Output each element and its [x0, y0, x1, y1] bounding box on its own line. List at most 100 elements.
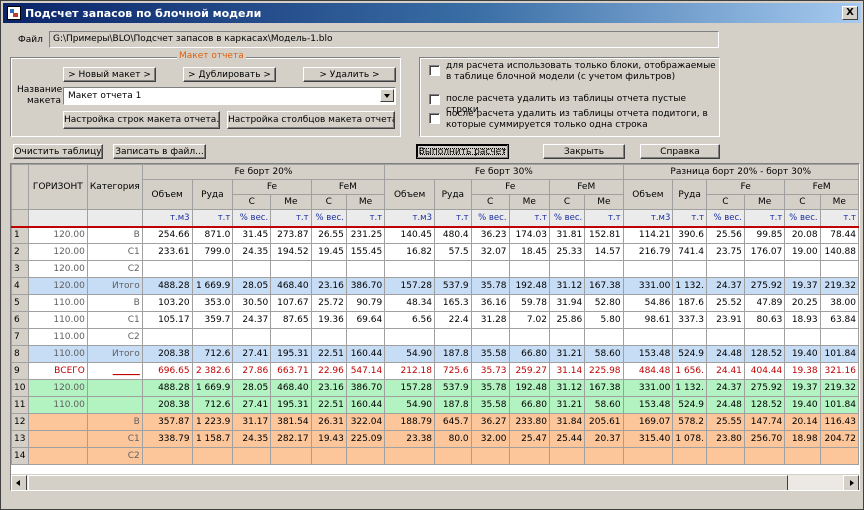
category-cell[interactable]: С1 — [86, 243, 143, 261]
value-cell[interactable] — [345, 260, 386, 278]
value-cell[interactable]: 337.3 — [672, 311, 707, 329]
value-cell[interactable]: 19.45 — [310, 243, 347, 261]
column-header-fem[interactable]: FeM — [548, 179, 624, 195]
value-cell[interactable]: 871.0 — [191, 226, 234, 244]
value-cell[interactable]: 35.78 — [470, 379, 510, 397]
value-cell[interactable] — [672, 260, 707, 278]
column-header-category[interactable]: Категория — [86, 164, 143, 210]
delete-layout-button[interactable]: > Удалить > — [303, 67, 396, 82]
value-cell[interactable]: 22.96 — [310, 362, 347, 380]
value-cell[interactable]: 404.44 — [743, 362, 786, 380]
value-cell[interactable]: 80.0 — [434, 430, 472, 448]
units-cell[interactable]: % вес. — [232, 209, 272, 228]
column-header-volume[interactable]: Объем — [622, 179, 674, 210]
value-cell[interactable]: 187.6 — [672, 294, 707, 312]
value-cell[interactable] — [470, 447, 510, 465]
value-cell[interactable]: 31.14 — [548, 362, 586, 380]
value-cell[interactable]: 322.04 — [345, 413, 386, 431]
category-cell[interactable]: В — [86, 226, 143, 244]
table-row[interactable]: 10 120.00 488.28 1 669.9 28.05 468.40 23.16 386… — [11, 379, 859, 397]
value-cell[interactable] — [743, 260, 786, 278]
value-cell[interactable] — [706, 447, 745, 465]
value-cell[interactable]: 80.63 — [743, 311, 786, 329]
value-cell[interactable]: 187.8 — [434, 396, 472, 414]
value-cell[interactable]: 225.98 — [584, 362, 624, 380]
value-cell[interactable]: 488.28 — [141, 277, 193, 295]
category-cell[interactable]: С2 — [86, 447, 143, 465]
delete-single-subtotals-checkbox[interactable] — [429, 113, 440, 124]
value-cell[interactable] — [470, 260, 510, 278]
value-cell[interactable]: 54.90 — [384, 396, 436, 414]
value-cell[interactable]: 1 078. — [672, 430, 707, 448]
value-cell[interactable] — [672, 328, 707, 346]
column-header-fe[interactable]: Fe — [470, 179, 550, 195]
value-cell[interactable]: 58.60 — [584, 396, 624, 414]
value-cell[interactable]: 256.70 — [743, 430, 786, 448]
value-cell[interactable]: 167.38 — [584, 277, 624, 295]
value-cell[interactable]: 225.09 — [345, 430, 386, 448]
value-cell[interactable]: 331.00 — [622, 379, 674, 397]
help-button[interactable]: Справка — [640, 144, 720, 159]
value-cell[interactable]: 799.0 — [191, 243, 234, 261]
value-cell[interactable]: 19.36 — [310, 311, 347, 329]
value-cell[interactable]: 192.48 — [508, 277, 550, 295]
table-row[interactable]: 6 110.00 С1 105.17 359.7 24.37 87.65 19.36 69.64… — [11, 311, 859, 329]
value-cell[interactable]: 26.31 — [310, 413, 347, 431]
value-cell[interactable] — [434, 328, 472, 346]
value-cell[interactable]: 2 382.6 — [191, 362, 234, 380]
value-cell[interactable]: 87.65 — [270, 311, 312, 329]
value-cell[interactable] — [819, 328, 859, 346]
row-number-cell[interactable] — [11, 209, 29, 228]
value-cell[interactable] — [384, 447, 436, 465]
value-cell[interactable]: 23.91 — [706, 311, 745, 329]
value-cell[interactable] — [470, 328, 510, 346]
value-cell[interactable]: 27.41 — [232, 396, 272, 414]
clear-table-button[interactable]: Очистить таблицу — [13, 144, 103, 159]
value-cell[interactable]: 254.66 — [141, 226, 193, 244]
value-cell[interactable]: 19.40 — [784, 345, 821, 363]
horizon-cell[interactable]: 120.00 — [27, 243, 88, 261]
value-cell[interactable] — [232, 447, 272, 465]
units-cell[interactable]: т.т — [191, 209, 234, 228]
duplicate-layout-button[interactable]: > Дублировать > — [183, 67, 276, 82]
value-cell[interactable]: 66.80 — [508, 345, 550, 363]
value-cell[interactable]: 712.6 — [191, 396, 234, 414]
value-cell[interactable] — [622, 447, 674, 465]
horizon-cell[interactable]: 110.00 — [27, 294, 88, 312]
value-cell[interactable]: 18.98 — [784, 430, 821, 448]
value-cell[interactable]: 147.74 — [743, 413, 786, 431]
value-cell[interactable]: 338.79 — [141, 430, 193, 448]
value-cell[interactable]: 390.6 — [672, 226, 707, 244]
value-cell[interactable]: 27.41 — [232, 345, 272, 363]
value-cell[interactable]: 712.6 — [191, 345, 234, 363]
value-cell[interactable]: 114.21 — [622, 226, 674, 244]
value-cell[interactable] — [434, 447, 472, 465]
horizon-cell[interactable]: 120.00 — [27, 226, 88, 244]
value-cell[interactable]: 331.00 — [622, 277, 674, 295]
row-number-cell[interactable]: 6 — [11, 311, 29, 329]
units-cell[interactable]: т.м3 — [622, 209, 674, 228]
horizon-cell[interactable]: 120.00 — [27, 260, 88, 278]
value-cell[interactable]: 20.37 — [584, 430, 624, 448]
column-header-c[interactable]: С — [784, 194, 821, 210]
value-cell[interactable]: 537.9 — [434, 379, 472, 397]
value-cell[interactable]: 169.07 — [622, 413, 674, 431]
value-cell[interactable]: 14.57 — [584, 243, 624, 261]
units-cell[interactable]: т.м3 — [384, 209, 436, 228]
value-cell[interactable]: 54.86 — [622, 294, 674, 312]
value-cell[interactable]: 35.78 — [470, 277, 510, 295]
horizon-cell[interactable]: 110.00 — [27, 328, 88, 346]
value-cell[interactable]: 35.58 — [470, 396, 510, 414]
value-cell[interactable]: 19.37 — [784, 379, 821, 397]
value-cell[interactable] — [508, 328, 550, 346]
value-cell[interactable]: 488.28 — [141, 379, 193, 397]
column-header-fe[interactable]: Fe — [705, 179, 786, 195]
value-cell[interactable] — [819, 447, 859, 465]
delete-empty-rows-checkbox[interactable] — [429, 94, 440, 105]
value-cell[interactable]: 480.4 — [434, 226, 472, 244]
value-cell[interactable]: 233.80 — [508, 413, 550, 431]
value-cell[interactable]: 663.71 — [270, 362, 312, 380]
value-cell[interactable]: 208.38 — [141, 345, 193, 363]
value-cell[interactable]: 103.20 — [141, 294, 193, 312]
units-cell[interactable]: т.т — [743, 209, 786, 228]
